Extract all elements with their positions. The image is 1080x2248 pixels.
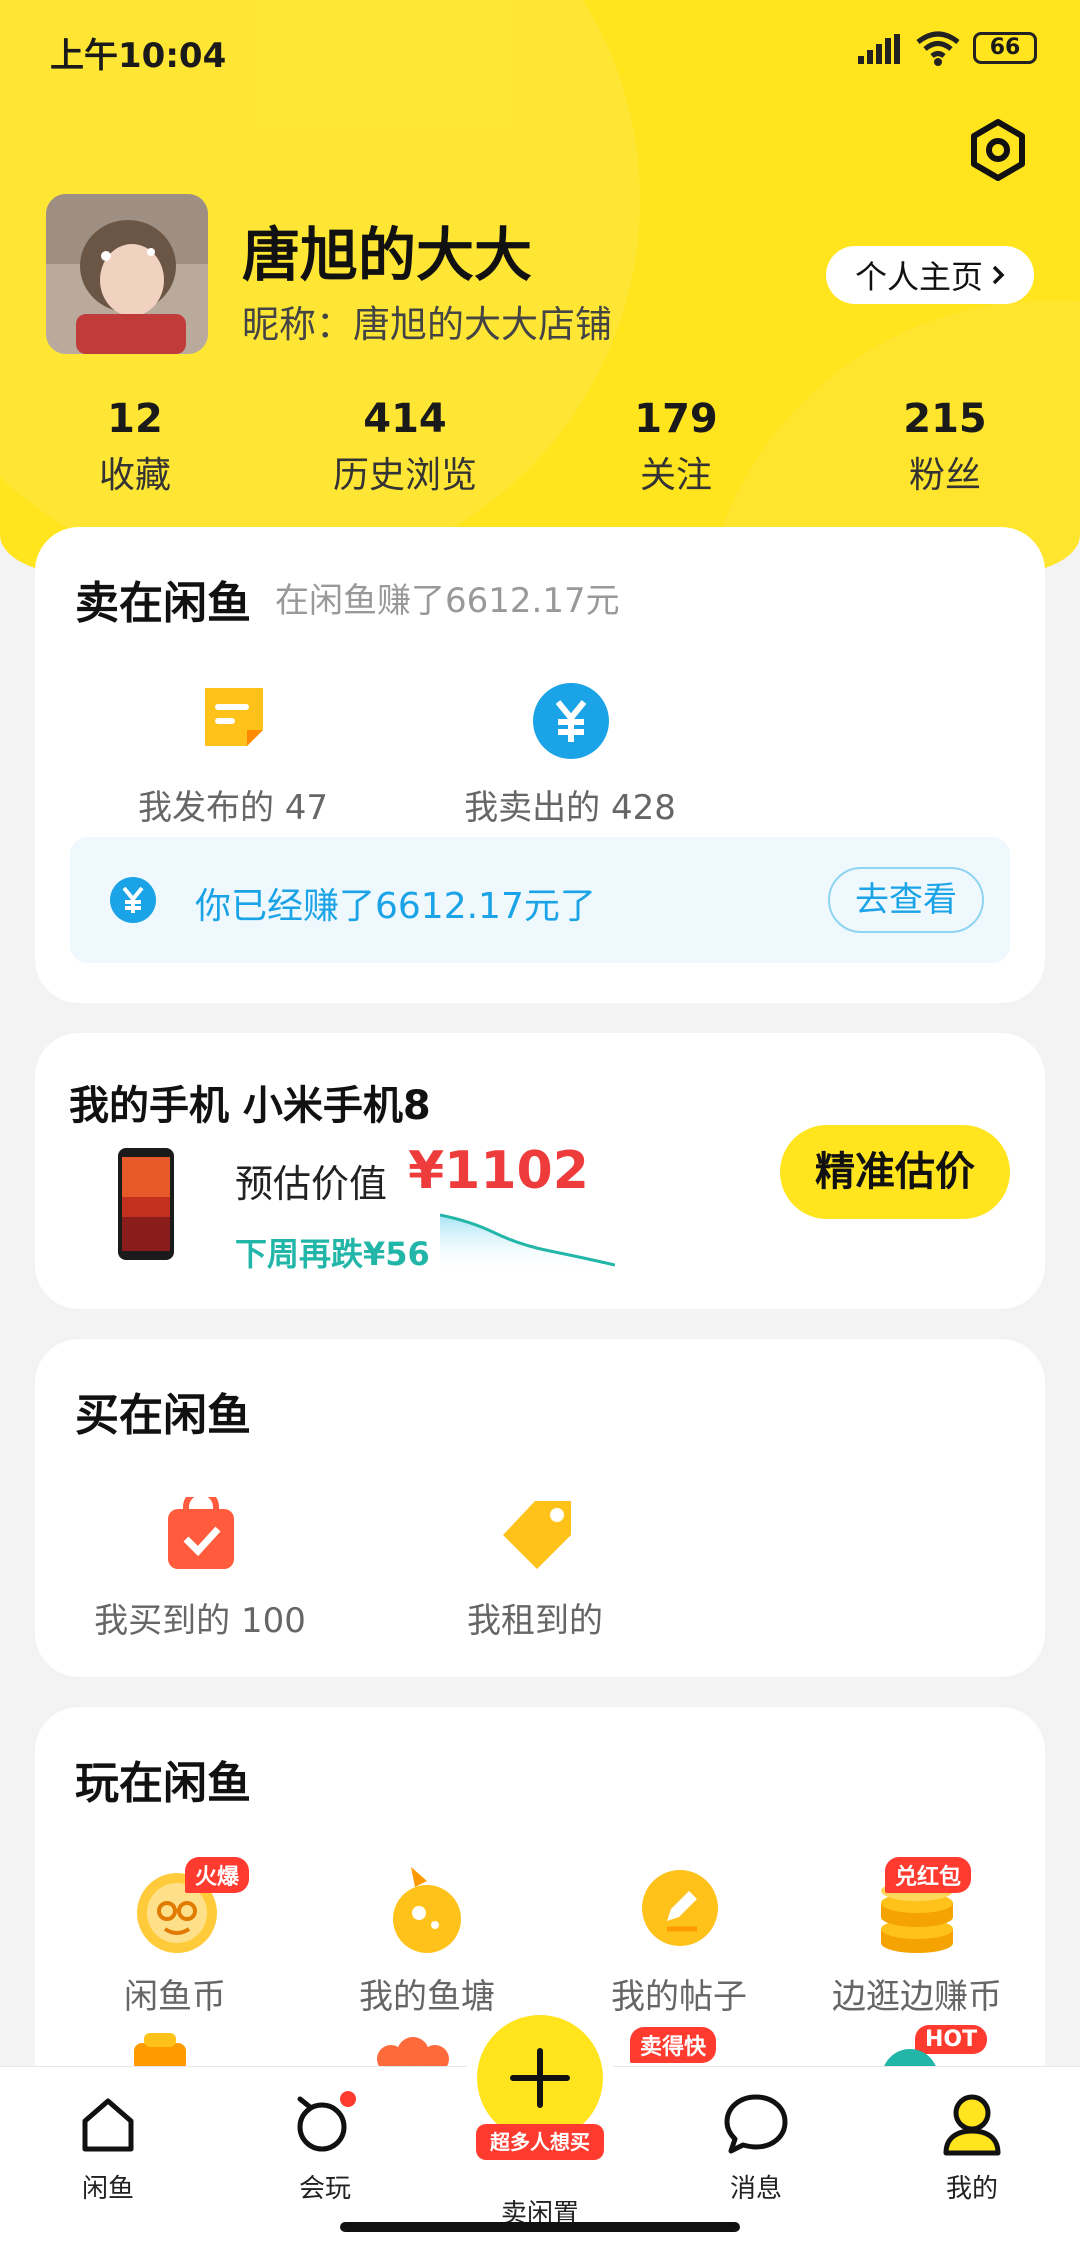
earnings-text: 你已经赚了6612.17元了 (195, 886, 596, 927)
signal-icon (858, 34, 902, 64)
buy-card: 买在闲鱼 我买到的 100 我租到的 (35, 1339, 1045, 1677)
accurate-estimate-button[interactable]: 精准估价 (780, 1125, 1010, 1219)
homepage-button[interactable]: 个人主页 (826, 246, 1034, 304)
tab-home[interactable]: 闲鱼 (33, 2079, 183, 2219)
sell-title: 卖在闲鱼 (75, 578, 251, 629)
view-earnings-button[interactable]: 去查看 (828, 867, 984, 933)
my-rented-entry[interactable]: 我租到的 (395, 1497, 675, 1647)
tab-label: 消息 (729, 2174, 782, 2204)
homepage-label: 个人主页 (854, 258, 983, 296)
phone-price: ¥1102 (408, 1141, 589, 1201)
play-icon (297, 2091, 356, 2152)
price-trend-text: 下周再跌¥56 (235, 1235, 430, 1273)
published-label: 我发布的 47 (137, 788, 329, 828)
stat-value: 414 (363, 396, 447, 442)
wifi-icon (916, 30, 960, 66)
phone-title: 我的手机 小米手机8 (69, 1083, 431, 1129)
tab-play[interactable]: 会玩 (250, 2079, 400, 2219)
tab-label: 会玩 (298, 2174, 351, 2204)
message-icon (724, 2094, 788, 2154)
my-published-entry[interactable]: 我发布的 47 (93, 682, 373, 832)
xianyu-coin-entry[interactable]: 火爆 闲鱼币 (55, 1857, 295, 2017)
phone-image-icon (118, 1148, 174, 1260)
rented-label: 我租到的 (467, 1601, 603, 1641)
stat-fans[interactable]: 215 粉丝 (845, 396, 1045, 498)
profile-nickname: 昵称：唐旭的大大店铺 (242, 303, 612, 346)
bought-bag-icon (168, 1497, 234, 1569)
my-posts-icon (642, 1870, 718, 1946)
play-title: 玩在闲鱼 (75, 1758, 251, 1809)
published-icon (205, 688, 263, 746)
sold-label: 我卖出的 428 (464, 788, 676, 828)
my-posts-entry[interactable]: 我的帖子 (559, 1857, 799, 2017)
estimate-label: 预估价值 (235, 1162, 388, 1206)
buy-title: 买在闲鱼 (75, 1390, 251, 1441)
yen-icon (110, 877, 156, 923)
my-sold-entry[interactable]: 我卖出的 428 (430, 682, 710, 832)
tab-me[interactable]: 我的 (897, 2079, 1047, 2219)
my-phone-card[interactable]: 我的手机 小米手机8 预估价值 ¥1102 下周再跌¥56 精准估价 (35, 1033, 1045, 1309)
sell-fab-button[interactable] (477, 2015, 603, 2141)
stat-value: 179 (634, 396, 718, 442)
red-packet-badge: 兑红包 (885, 1857, 972, 1893)
profile-icon (943, 2094, 1001, 2156)
profile-name: 唐旭的大大 (242, 221, 533, 289)
stat-label: 历史浏览 (332, 455, 477, 496)
home-icon (82, 2098, 134, 2152)
sell-card: 卖在闲鱼 在闲鱼赚了6612.17元 我发布的 47 我卖出的 428 你已经赚… (35, 527, 1045, 1003)
sell-fast-badge: 卖得快 (630, 2027, 717, 2063)
bought-label: 我买到的 100 (94, 1601, 306, 1641)
avatar[interactable] (46, 194, 208, 354)
battery-icon: 66 (973, 32, 1037, 64)
stat-label: 收藏 (98, 455, 171, 496)
tab-messages[interactable]: 消息 (681, 2079, 831, 2219)
coin-label: 闲鱼币 (124, 1977, 226, 2017)
rent-tag-icon (503, 1501, 571, 1569)
home-indicator (340, 2222, 740, 2232)
price-trend-sparkline (440, 1213, 615, 1273)
settings-gear-icon[interactable] (966, 118, 1030, 182)
stat-following[interactable]: 179 关注 (576, 396, 776, 498)
earn-coins-entry[interactable]: 兑红包 边逛边赚币 (797, 1857, 1037, 2017)
chevron-right-icon (992, 265, 1005, 285)
stat-label: 粉丝 (908, 455, 981, 496)
hot-sell-badge: 超多人想买 (476, 2124, 604, 2160)
earn-coins-label: 边逛边赚币 (832, 1977, 1002, 2017)
stat-history[interactable]: 414 历史浏览 (305, 396, 505, 498)
earnings-banner[interactable]: 你已经赚了6612.17元了 去查看 (70, 837, 1010, 963)
sell-subtitle: 在闲鱼赚了6612.17元 (275, 581, 620, 621)
fish-pond-icon (393, 1867, 461, 1953)
fish-pond-entry[interactable]: 我的鱼塘 (307, 1857, 547, 2017)
stat-label: 关注 (639, 455, 712, 496)
hot-badge: 火爆 (185, 1857, 250, 1893)
my-bought-entry[interactable]: 我买到的 100 (60, 1497, 340, 1647)
sold-yen-icon (533, 683, 609, 759)
stat-value: 12 (107, 396, 163, 442)
stat-value: 215 (903, 396, 987, 442)
status-time: 上午10:04 (50, 36, 227, 76)
tab-label: 闲鱼 (81, 2174, 134, 2204)
plus-icon (510, 2048, 570, 2108)
stat-favorites[interactable]: 12 收藏 (35, 396, 235, 498)
tab-label: 我的 (945, 2174, 998, 2204)
